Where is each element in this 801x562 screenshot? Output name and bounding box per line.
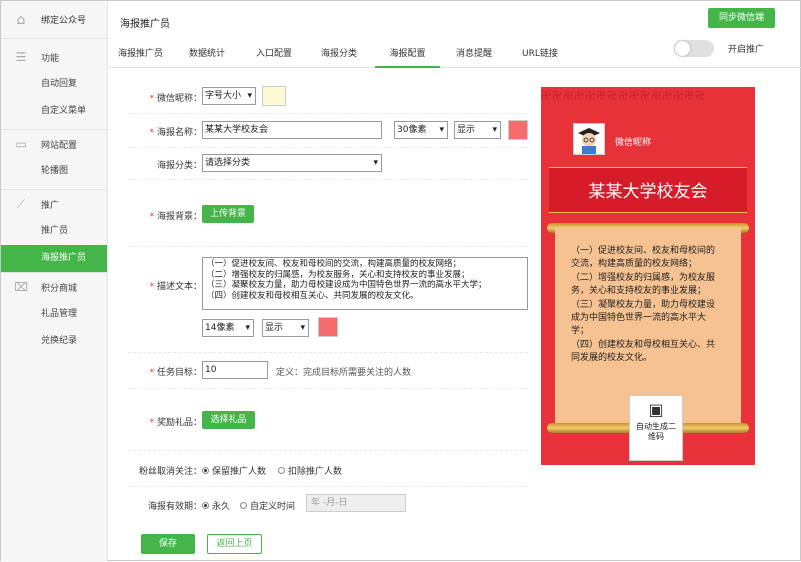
form-row-unfollow: 粉丝取消关注： 保留推广人数 扣除推广人数 [128, 451, 528, 487]
poster-top-pattern: 卍卍卍卍卍卍卍卍卍卍卍卍卍卍卍 [541, 91, 706, 102]
task-goal-label: * 任务目标： [149, 368, 202, 378]
home-icon: ⌂ [16, 11, 26, 28]
tab-url-link[interactable]: URL链接 [522, 43, 558, 68]
tab-entry-config[interactable]: 入口配置 [256, 43, 292, 68]
radio-custom-time[interactable]: 自定义时间 [240, 499, 295, 512]
poster-name-label: * 海报名称： [149, 128, 202, 138]
qr-code-placeholder: ▣ 自动生成二维码 [629, 395, 683, 461]
sidebar-item-poster-promoters[interactable]: 海报推广员 [1, 245, 107, 272]
poster-name-input[interactable]: 某某大学校友会 [202, 121, 382, 139]
chart-line-icon: ⟋ [16, 196, 26, 211]
poster-background-label: * 海报背景： [149, 212, 202, 222]
sidebar-section-promotion[interactable]: ⟋ 推广 [1, 190, 107, 218]
menu-icon: ☰ [15, 50, 27, 64]
tab-poster-category[interactable]: 海报分类 [321, 43, 357, 68]
description-line: （二）增强校友的归属感，为校友服务，关心和支持校友的事业发展； [206, 269, 470, 280]
form-row-poster-category: 海报分类： 请选择分类 [128, 148, 528, 180]
sync-wechat-button[interactable]: 同步微信端 [708, 8, 775, 28]
tab-poster-promoters[interactable]: 海报推广员 [118, 43, 163, 68]
sidebar-section-site-config[interactable]: ▭ 网站配置 [1, 130, 107, 158]
promotion-toggle[interactable] [674, 40, 714, 57]
reward-label: * 奖励礼品： [149, 418, 202, 428]
sidebar-item-auto-reply[interactable]: 自动回复 [1, 71, 107, 98]
save-button[interactable]: 保存 [141, 534, 195, 554]
description-display-select[interactable]: 显示 [262, 319, 309, 337]
tab-message-reminder[interactable]: 消息提醒 [456, 43, 492, 68]
toggle-knob [675, 41, 690, 56]
poster-text-line: （一）促进校友间、校友和母校间的交流，构建高质量的校友网络； [571, 246, 716, 270]
sidebar-item-custom-menu[interactable]: 自定义菜单 [1, 98, 107, 125]
poster-title: 某某大学校友会 [588, 182, 708, 202]
form-row-validity: 海报有效期： 永久 自定义时间 年 -月-日 [128, 487, 528, 521]
validity-label: 海报有效期： [147, 502, 202, 512]
poster-category-select[interactable]: 请选择分类 [202, 154, 382, 172]
sidebar-section-points-mall[interactable]: ⌧ 积分商城 [1, 273, 107, 301]
sidebar-top-bind-account[interactable]: ⌂ 绑定公众号 [1, 1, 107, 39]
sidebar-section-features[interactable]: ☰ 功能 [1, 43, 107, 71]
poster-name-font-size-select[interactable]: 30像素 [394, 121, 448, 139]
unfollow-label: 粉丝取消关注： [138, 467, 202, 477]
poster-text-line: （三）凝聚校友力量，助力母校建设成为中国特色世界一流的高水平大学； [571, 299, 716, 337]
app-window: ⌂ 绑定公众号 ☰ 功能 自动回复 自定义菜单 ▭ 网站配置 轮播图 ⟋ 推广 … [0, 0, 801, 562]
toggle-label: 开启推广 [728, 45, 765, 55]
poster-category-label: 海报分类： [156, 161, 202, 171]
poster-name-color-swatch[interactable] [508, 120, 528, 140]
description-font-size-select[interactable]: 14像素 [202, 319, 254, 337]
description-line: （三）凝聚校友力量，助力母校建设成为中国特色世界一流的高水平大学； [206, 280, 487, 290]
description-line: （一）促进校友间、校友和母校间的交流，构建高质量的校友网络； [206, 259, 462, 269]
sidebar-item-carousel[interactable]: 轮播图 [1, 158, 107, 185]
select-gift-button[interactable]: 选择礼品 [202, 411, 255, 429]
form-row-poster-background: * 海报背景： 上传背景 [128, 180, 528, 247]
sidebar-section-label: 功能 [41, 53, 60, 64]
form-row-nickname: * 微信昵称： 字号大小 [128, 81, 528, 114]
poster-title-banner: 某某大学校友会 [549, 167, 747, 213]
poster-nickname: 微信昵称 [615, 138, 652, 148]
description-color-swatch[interactable] [318, 317, 338, 337]
date-input[interactable]: 年 -月-日 [306, 494, 406, 512]
radio-permanent[interactable]: 永久 [202, 499, 230, 512]
sidebar-section-label: 网站配置 [41, 140, 78, 151]
task-goal-input[interactable]: 10 [202, 361, 268, 379]
poster-text-line: （四）创建校友和母校相互关心、共同发展的校友文化。 [571, 339, 716, 364]
sidebar-item-gift-management[interactable]: 礼品管理 [1, 301, 107, 328]
back-button[interactable]: 返回上页 [207, 534, 262, 554]
form-row-reward: * 奖励礼品： 选择礼品 [128, 389, 528, 451]
radio-keep-count[interactable]: 保留推广人数 [202, 464, 266, 477]
task-goal-hint: 定义：完成目标所需要关注的人数 [276, 368, 412, 378]
sidebar: ⌂ 绑定公众号 ☰ 功能 自动回复 自定义菜单 ▭ 网站配置 轮播图 ⟋ 推广 … [1, 1, 108, 562]
tab-statistics[interactable]: 数据统计 [189, 43, 225, 68]
gift-icon: ⌧ [14, 280, 28, 294]
form-row-description: * 描述文本： （一）促进校友间、校友和母校间的交流，构建高质量的校友网络； （… [128, 247, 528, 353]
sidebar-section-label: 积分商城 [41, 283, 78, 294]
qr-label: 自动生成二维码 [636, 422, 676, 441]
description-textarea[interactable]: （一）促进校友间、校友和母校间的交流，构建高质量的校友网络； （二）增强校友的归… [202, 257, 528, 310]
nickname-label: * 微信昵称： [149, 94, 202, 104]
nickname-color-swatch[interactable] [262, 86, 286, 106]
tab-poster-config[interactable]: 海报配置 [375, 43, 440, 68]
radio-deduct-count[interactable]: 扣除推广人数 [278, 464, 342, 477]
form-row-poster-name: * 海报名称： 某某大学校友会 30像素 显示 [128, 114, 528, 148]
poster-name-display-select[interactable]: 显示 [454, 121, 501, 139]
nickname-font-size-select[interactable]: 字号大小 [202, 87, 256, 105]
sidebar-item-exchange-records[interactable]: 兑换纪录 [1, 328, 107, 355]
form-row-task-goal: * 任务目标： 10 定义：完成目标所需要关注的人数 [128, 353, 528, 389]
description-label: * 描述文本： [149, 282, 202, 292]
poster-preview: 卍卍卍卍卍卍卍卍卍卍卍卍卍卍卍 某某大学校友会 微信昵称 （一）促进校友间、校友… [541, 87, 755, 465]
inbox-icon: ▭ [15, 137, 27, 151]
description-line: （四）创建校友和母校相互关心、共同发展的校友文化。 [206, 290, 419, 301]
page-title: 海报推广员 [120, 19, 170, 30]
sidebar-top-label: 绑定公众号 [41, 16, 87, 26]
qr-code-icon: ▣ [648, 400, 664, 419]
avatar [573, 123, 605, 155]
sidebar-item-promoters[interactable]: 推广员 [1, 218, 107, 245]
poster-description: （一）促进校友间、校友和母校间的交流，构建高质量的校友网络； （二）增强校友的归… [571, 245, 723, 366]
poster-text-line: （二）增强校友的归属感，为校友服务，关心和支持校友的事业发展； [571, 272, 716, 297]
upload-background-button[interactable]: 上传背景 [202, 205, 254, 223]
sidebar-section-label: 推广 [41, 200, 60, 211]
